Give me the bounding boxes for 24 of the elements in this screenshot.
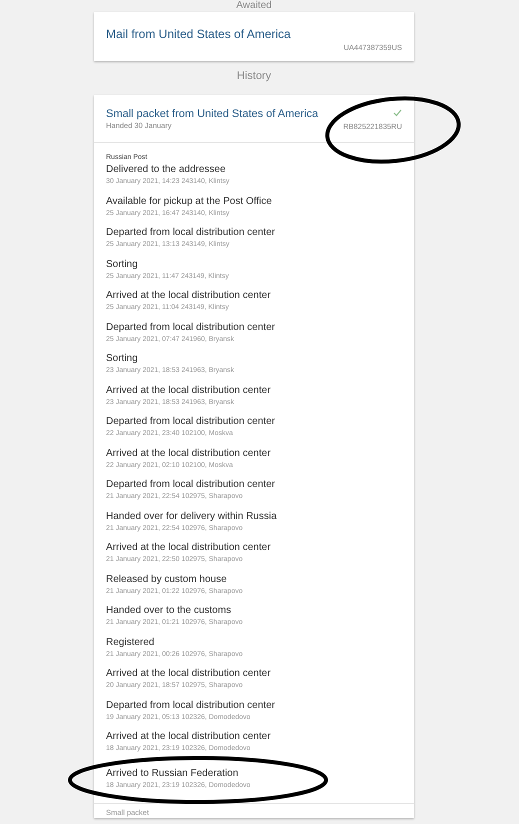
event-status: Arrived at the local distribution center — [106, 730, 272, 744]
event-status: Arrived at the local distribution center — [106, 384, 272, 397]
event-status: Arrived to Russian Federation — [106, 766, 240, 780]
event-status: Departed from local distribution center — [106, 226, 276, 240]
parcel-title: Small packet from United States of America — [106, 107, 320, 121]
event-status: Arrived at the local distribution center — [106, 446, 272, 460]
event-status: Departed from local distribution center — [106, 320, 276, 334]
event-status: Arrived at the local distribution center — [106, 667, 272, 680]
event-status: Released by custom house — [106, 572, 228, 586]
event-status: Departed from local distribution center — [106, 698, 276, 712]
event-status: Handed over to the customs — [106, 604, 232, 618]
event-status: Sorting — [106, 352, 139, 366]
section-heading: Awaited — [235, 0, 273, 11]
event-status: Registered — [106, 636, 156, 649]
event-status: Departed from local distribution center — [106, 415, 276, 428]
event-status: Arrived at the local distribution center — [106, 541, 272, 554]
event-status: Handed over for delivery within Russia — [106, 510, 278, 523]
event-status: Sorting — [106, 258, 139, 271]
event-status: Arrived at the local distribution center — [106, 289, 272, 302]
event-status: Delivered to the addressee — [106, 163, 227, 176]
parcel-title: Mail from United States of America — [106, 27, 292, 41]
section-heading: History — [236, 69, 272, 83]
event-status: Departed from local distribution center — [106, 478, 276, 492]
event-status: Available for pickup at the Post Office — [106, 194, 273, 208]
